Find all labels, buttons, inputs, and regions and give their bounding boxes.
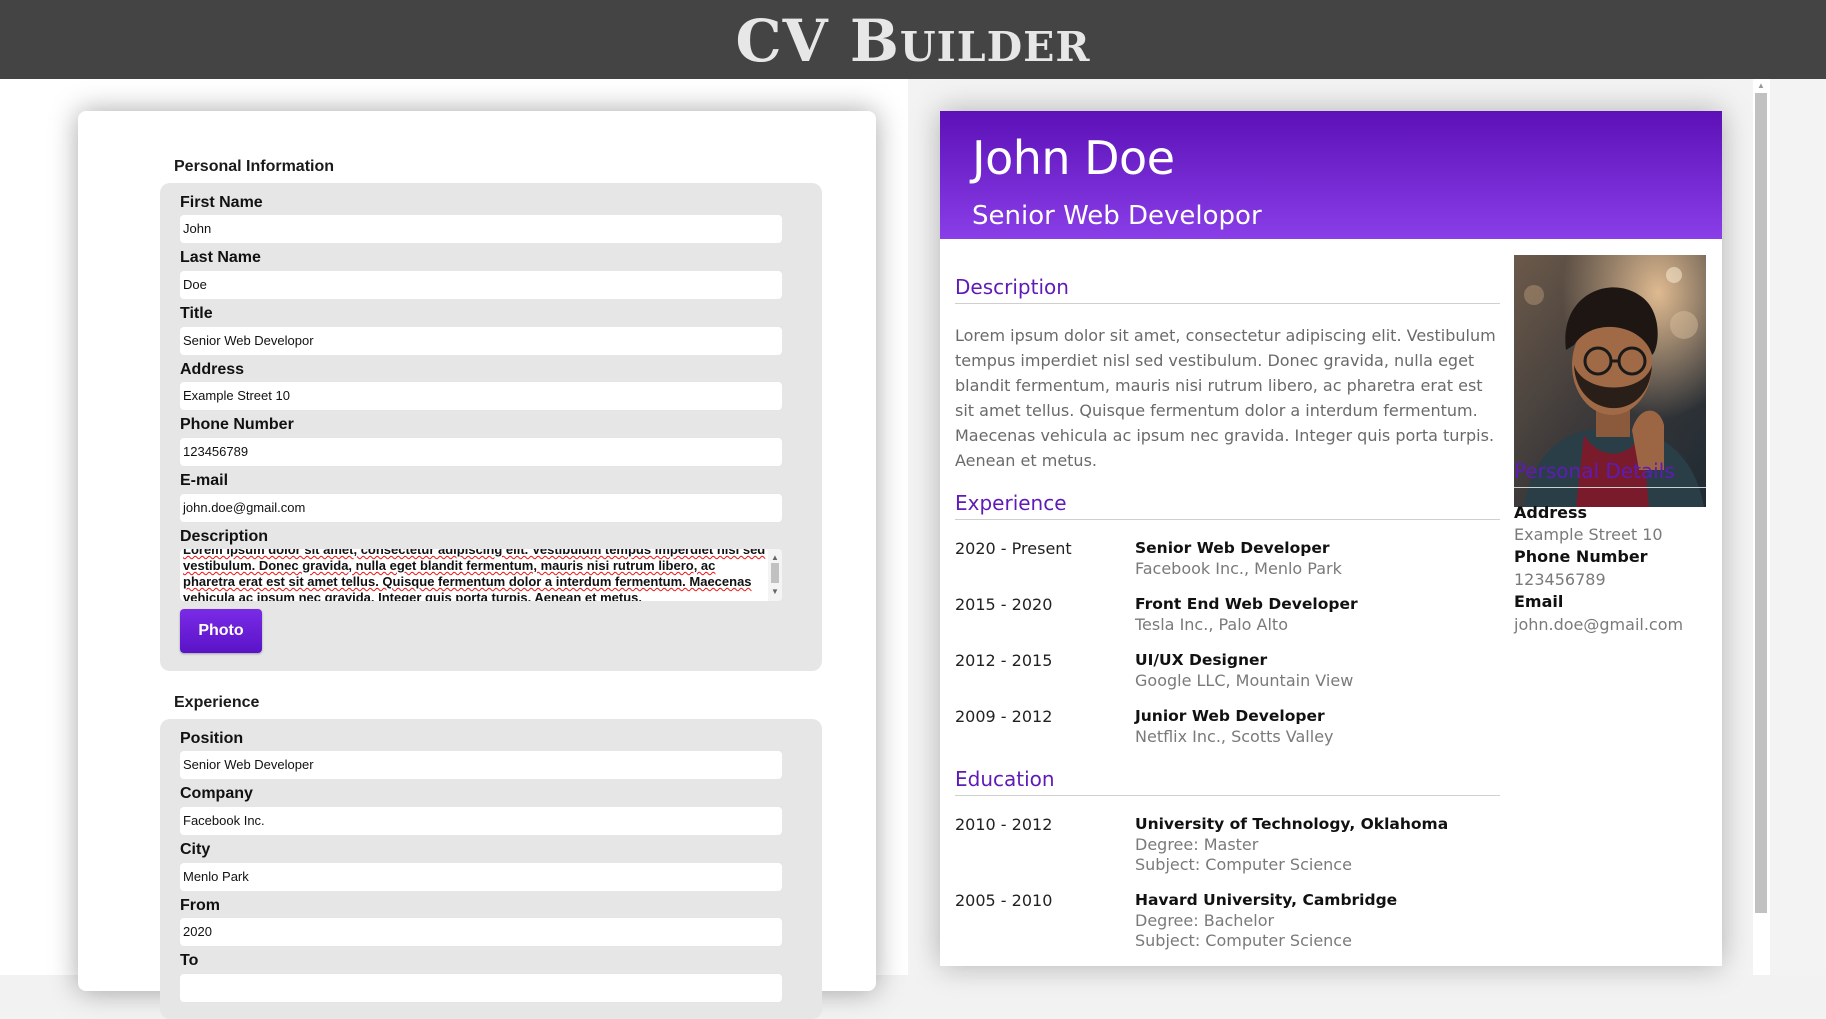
to-label: To bbox=[180, 952, 199, 969]
title-label: Title bbox=[180, 305, 213, 322]
last-name-label: Last Name bbox=[180, 249, 261, 266]
education-school: University of Technology, Oklahoma bbox=[1135, 815, 1449, 833]
cv-description-heading: Description bbox=[955, 275, 1500, 304]
address-label: Address bbox=[180, 361, 245, 378]
cv-job-title: Senior Web Developor bbox=[972, 201, 1262, 231]
experience-period: 2012 - 2015 bbox=[955, 651, 1053, 670]
phone-label: Phone Number bbox=[180, 416, 294, 433]
description-label: Description bbox=[180, 528, 269, 545]
experience-detail: Google LLC, Mountain View bbox=[1135, 671, 1354, 690]
app-title: CV Builder bbox=[735, 6, 1091, 75]
pd-phone-value: 123456789 bbox=[1514, 570, 1606, 589]
pd-email-value: john.doe@gmail.com bbox=[1514, 615, 1684, 634]
description-line: pharetra erat est sit amet tellus. Quisq… bbox=[183, 574, 752, 589]
page-scroll-thumb[interactable] bbox=[1755, 93, 1767, 913]
company-label: Company bbox=[180, 785, 253, 802]
address-input[interactable]: Example Street 10 bbox=[180, 382, 782, 410]
title-input[interactable]: Senior Web Developor bbox=[180, 327, 782, 355]
education-degree: Degree: Master bbox=[1135, 835, 1259, 854]
textarea-scrollbar[interactable]: ▲ ▼ bbox=[768, 549, 782, 601]
to-input[interactable] bbox=[180, 974, 782, 1002]
photo-button[interactable]: Photo bbox=[180, 609, 262, 653]
first-name-input[interactable]: John bbox=[180, 215, 782, 243]
first-name-label: First Name bbox=[180, 194, 263, 211]
education-subject: Subject: Computer Science bbox=[1135, 931, 1352, 950]
experience-period: 2015 - 2020 bbox=[955, 595, 1053, 614]
cv-form: Personal Information First Name John Las… bbox=[78, 111, 876, 1019]
cv-description: Lorem ipsum dolor sit amet, consectetur … bbox=[955, 326, 1496, 470]
experience-detail: Facebook Inc., Menlo Park bbox=[1135, 559, 1342, 578]
experience-group: Position Senior Web Developer Company Fa… bbox=[160, 719, 822, 1019]
cv-name: John Doe bbox=[972, 131, 1175, 185]
education-degree: Degree: Bachelor bbox=[1135, 911, 1275, 930]
personal-info-group: First Name John Last Name Doe Title Seni… bbox=[160, 183, 822, 671]
description-textarea[interactable]: Lorem ipsum dolor sit amet, consectetur … bbox=[180, 549, 782, 601]
personal-info-heading: Personal Information bbox=[174, 158, 335, 175]
app-header: CV Builder bbox=[0, 0, 1826, 79]
scroll-up-icon[interactable]: ▲ bbox=[1757, 81, 1765, 90]
education-subject: Subject: Computer Science bbox=[1135, 855, 1352, 874]
city-input[interactable]: Menlo Park bbox=[180, 863, 782, 891]
education-period: 2010 - 2012 bbox=[955, 815, 1053, 834]
pd-address-label: Address bbox=[1514, 503, 1588, 522]
from-input[interactable]: 2020 bbox=[180, 918, 782, 946]
cv-experience-heading: Experience bbox=[955, 491, 1500, 520]
scroll-down-icon[interactable]: ▼ bbox=[771, 584, 779, 600]
description-line: vehicula ac ipsum nec gravida. Integer q… bbox=[183, 590, 642, 601]
experience-role: Junior Web Developer bbox=[1135, 707, 1325, 725]
cv-header: John Doe Senior Web Developor bbox=[940, 111, 1722, 239]
experience-detail: Netflix Inc., Scotts Valley bbox=[1135, 727, 1334, 746]
education-school: Havard University, Cambridge bbox=[1135, 891, 1398, 909]
pd-email-label: Email bbox=[1514, 592, 1564, 611]
last-name-input[interactable]: Doe bbox=[180, 271, 782, 299]
from-label: From bbox=[180, 897, 220, 914]
description-line: vestibulum. Donec gravida, nulla eget bl… bbox=[183, 558, 716, 573]
page-scrollbar[interactable]: ▲ bbox=[1753, 79, 1770, 975]
position-input[interactable]: Senior Web Developer bbox=[180, 751, 782, 779]
position-label: Position bbox=[180, 730, 244, 747]
email-label: E-mail bbox=[180, 472, 229, 489]
company-input[interactable]: Facebook Inc. bbox=[180, 807, 782, 835]
education-period: 2005 - 2010 bbox=[955, 891, 1053, 910]
description-line: Lorem ipsum dolor sit amet, consectetur … bbox=[183, 549, 766, 557]
experience-role: Front End Web Developer bbox=[1135, 595, 1358, 613]
experience-period: 2009 - 2012 bbox=[955, 707, 1053, 726]
experience-detail: Tesla Inc., Palo Alto bbox=[1135, 615, 1288, 634]
experience-role: Senior Web Developer bbox=[1135, 539, 1330, 557]
phone-input[interactable]: 123456789 bbox=[180, 438, 782, 466]
cv-preview: John Doe Senior Web Developor Descriptio… bbox=[940, 111, 1722, 966]
pd-address-value: Example Street 10 bbox=[1514, 525, 1663, 544]
pd-phone-label: Phone Number bbox=[1514, 547, 1648, 566]
cv-education-heading: Education bbox=[955, 767, 1500, 796]
experience-period: 2020 - Present bbox=[955, 539, 1072, 558]
scroll-thumb[interactable] bbox=[771, 563, 779, 583]
experience-role: UI/UX Designer bbox=[1135, 651, 1268, 669]
city-label: City bbox=[180, 841, 211, 858]
email-input[interactable]: john.doe@gmail.com bbox=[180, 494, 782, 522]
cv-personal-heading: Personal Details bbox=[1514, 459, 1706, 488]
experience-heading: Experience bbox=[174, 694, 260, 711]
